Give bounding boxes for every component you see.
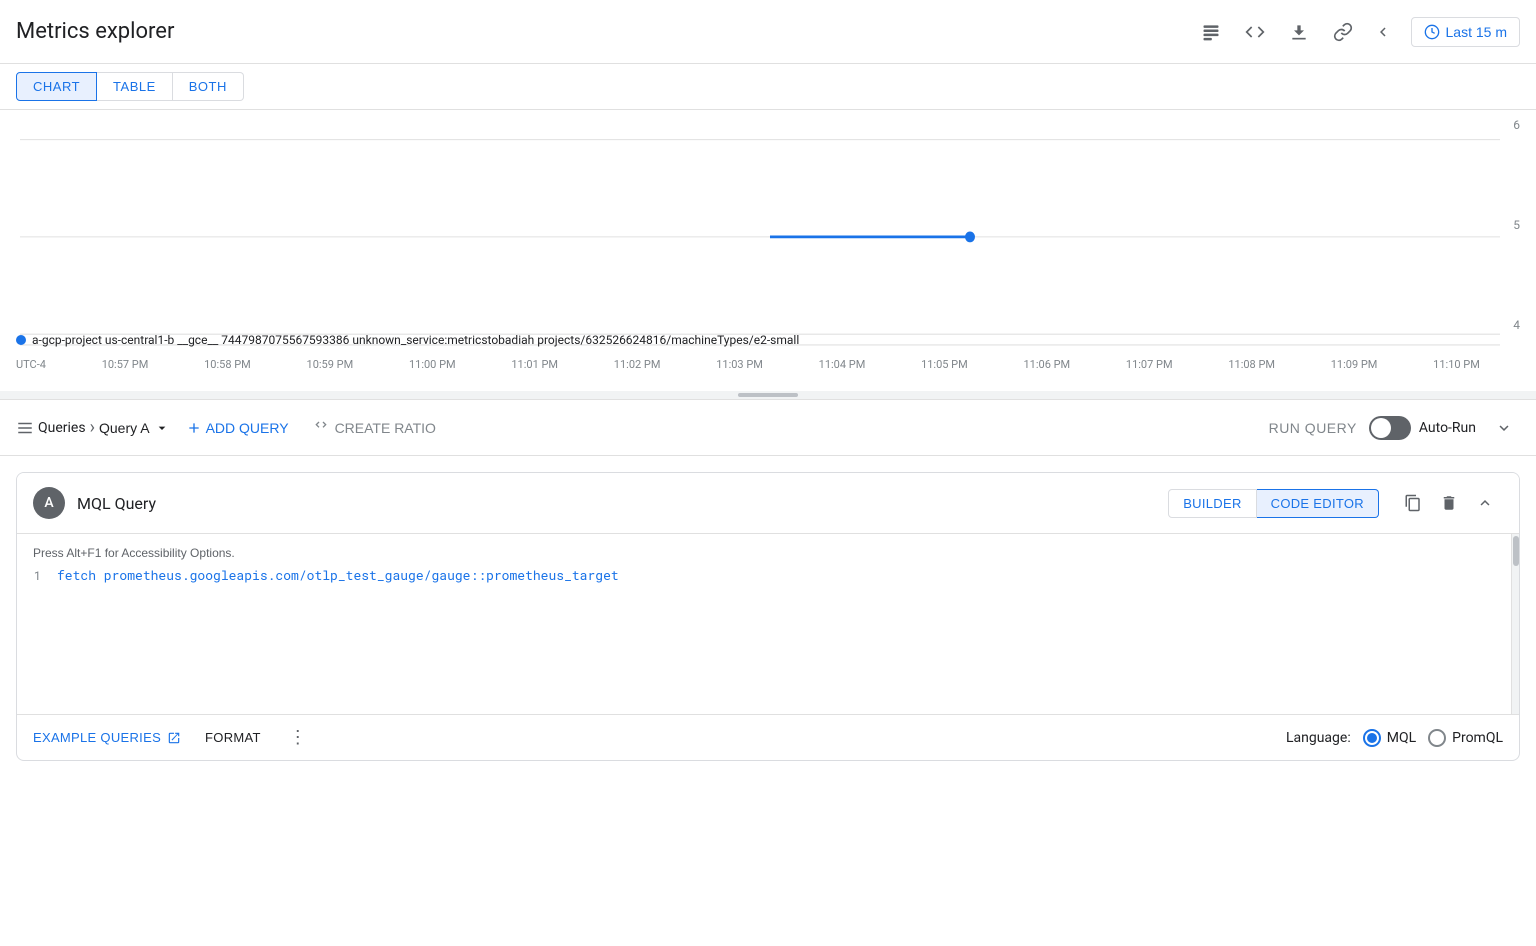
x-label-1106: 11:06 PM: [1023, 358, 1070, 371]
panel-tabs: BUILDER CODE EDITOR: [1168, 489, 1379, 518]
mql-query-title: MQL Query: [77, 494, 1168, 513]
accessibility-hint: Press Alt+F1 for Accessibility Options.: [17, 542, 1519, 564]
example-queries-label: EXAMPLE QUERIES: [33, 730, 161, 745]
chart-svg: [0, 118, 1536, 399]
tab-both[interactable]: BOTH: [173, 72, 244, 101]
create-ratio-button[interactable]: CREATE RATIO: [305, 416, 444, 440]
queries-label: Queries: [38, 420, 86, 436]
code-editor-tab[interactable]: CODE EDITOR: [1257, 489, 1379, 518]
copy-icon: [1404, 494, 1422, 512]
x-label-1104: 11:04 PM: [819, 358, 866, 371]
query-bar-right: RUN QUERY Auto-Run: [1269, 412, 1520, 444]
vertical-scrollbar[interactable]: [1511, 534, 1519, 714]
x-label-1101: 11:01 PM: [511, 358, 558, 371]
create-ratio-icon: [313, 420, 329, 436]
queries-icon: [16, 419, 34, 437]
y-label-5: 5: [1513, 218, 1520, 232]
external-link-icon: [167, 731, 181, 745]
mql-radio[interactable]: [1363, 729, 1381, 747]
x-label-1107: 11:07 PM: [1126, 358, 1173, 371]
mql-radio-option[interactable]: MQL: [1363, 729, 1416, 747]
x-label-1057: 10:57 PM: [102, 358, 149, 371]
query-a-dropdown-icon: [154, 420, 170, 436]
code-editor[interactable]: Press Alt+F1 for Accessibility Options. …: [17, 534, 1519, 714]
x-label-1100: 11:00 PM: [409, 358, 456, 371]
auto-run-label: Auto-Run: [1419, 420, 1476, 436]
promql-radio[interactable]: [1428, 729, 1446, 747]
language-label: Language:: [1286, 730, 1351, 746]
add-query-icon: [186, 420, 202, 436]
download-button[interactable]: [1279, 12, 1319, 52]
code-button[interactable]: [1235, 12, 1275, 52]
add-query-label: ADD QUERY: [206, 420, 289, 436]
app-header: Metrics explorer Last 15 m: [0, 0, 1536, 64]
expand-collapse-button[interactable]: [1467, 485, 1503, 521]
query-a-button[interactable]: Query A: [99, 420, 170, 436]
share-button[interactable]: [1323, 12, 1363, 52]
breadcrumb-chevron: ›: [90, 417, 95, 438]
query-panel-footer: EXAMPLE QUERIES FORMAT ⋮ Language: MQL P…: [17, 714, 1519, 760]
code-line-1: 1 fetch prometheus.googleapis.com/otlp_t…: [17, 564, 1519, 586]
legend-text: a-gcp-project us-central1-b __gce__ 7447…: [32, 333, 799, 347]
delete-icon: [1440, 494, 1458, 512]
x-label-1102: 11:02 PM: [614, 358, 661, 371]
time-range-label: Last 15 m: [1446, 24, 1507, 40]
mql-radio-inner: [1367, 733, 1377, 743]
mql-label: MQL: [1387, 730, 1416, 746]
run-query-button[interactable]: RUN QUERY: [1269, 420, 1357, 436]
x-label-1108: 11:08 PM: [1228, 358, 1275, 371]
x-label-1058: 10:58 PM: [204, 358, 251, 371]
tab-table[interactable]: TABLE: [97, 72, 173, 101]
chart-legend: a-gcp-project us-central1-b __gce__ 7447…: [16, 333, 799, 347]
y-label-4: 4: [1513, 318, 1520, 332]
time-range-button[interactable]: Last 15 m: [1411, 17, 1520, 47]
promql-label: PromQL: [1452, 730, 1503, 746]
auto-run-toggle[interactable]: [1369, 416, 1411, 440]
x-label-1105: 11:05 PM: [921, 358, 968, 371]
x-label-1109: 11:09 PM: [1331, 358, 1378, 371]
promql-radio-option[interactable]: PromQL: [1428, 729, 1503, 747]
header-actions: Last 15 m: [1191, 12, 1520, 52]
query-badge: A: [33, 487, 65, 519]
tab-chart[interactable]: CHART: [16, 72, 97, 101]
scrollbar-thumb: [1513, 536, 1519, 566]
format-button[interactable]: FORMAT: [205, 730, 261, 745]
copy-button[interactable]: [1395, 485, 1431, 521]
query-bar-left: Queries › Query A: [16, 417, 170, 438]
legend-dot: [16, 335, 26, 345]
collapse-panel-button[interactable]: [1488, 412, 1520, 444]
query-panel-header: A MQL Query BUILDER CODE EDITOR: [17, 473, 1519, 534]
auto-run-toggle-container: Auto-Run: [1369, 416, 1476, 440]
notifications-button[interactable]: [1191, 12, 1231, 52]
example-queries-button[interactable]: EXAMPLE QUERIES: [33, 730, 181, 745]
x-label-1110: 11:10 PM: [1433, 358, 1480, 371]
format-label: FORMAT: [205, 730, 261, 745]
page-title: Metrics explorer: [16, 19, 174, 44]
x-label-utc: UTC-4: [16, 358, 46, 371]
chevron-up-icon: [1476, 494, 1494, 512]
builder-tab[interactable]: BUILDER: [1168, 489, 1256, 518]
x-axis-labels: UTC-4 10:57 PM 10:58 PM 10:59 PM 11:00 P…: [0, 358, 1496, 371]
add-query-button[interactable]: ADD QUERY: [178, 416, 297, 440]
collapse-sidebar-button[interactable]: [1367, 16, 1399, 48]
toggle-thumb: [1371, 418, 1391, 438]
query-a-label: Query A: [99, 420, 150, 436]
delete-button[interactable]: [1431, 485, 1467, 521]
create-ratio-label: CREATE RATIO: [335, 420, 436, 436]
query-bar: Queries › Query A ADD QUERY CREATE RATIO…: [0, 400, 1536, 456]
more-options-button[interactable]: ⋮: [289, 727, 307, 748]
language-selector: Language: MQL PromQL: [1286, 729, 1503, 747]
chart-area: 6 5 4 a-gcp-project us-central1-b __gce_…: [0, 110, 1536, 400]
x-label-1059: 10:59 PM: [307, 358, 354, 371]
code-text-1: fetch prometheus.googleapis.com/otlp_tes…: [57, 566, 619, 584]
query-panel: A MQL Query BUILDER CODE EDITOR Press Al…: [16, 472, 1520, 761]
y-label-6: 6: [1513, 118, 1520, 132]
chart-view-tabs: CHART TABLE BOTH: [0, 64, 1536, 110]
line-number-1: 1: [17, 568, 57, 584]
x-label-1103: 11:03 PM: [716, 358, 763, 371]
